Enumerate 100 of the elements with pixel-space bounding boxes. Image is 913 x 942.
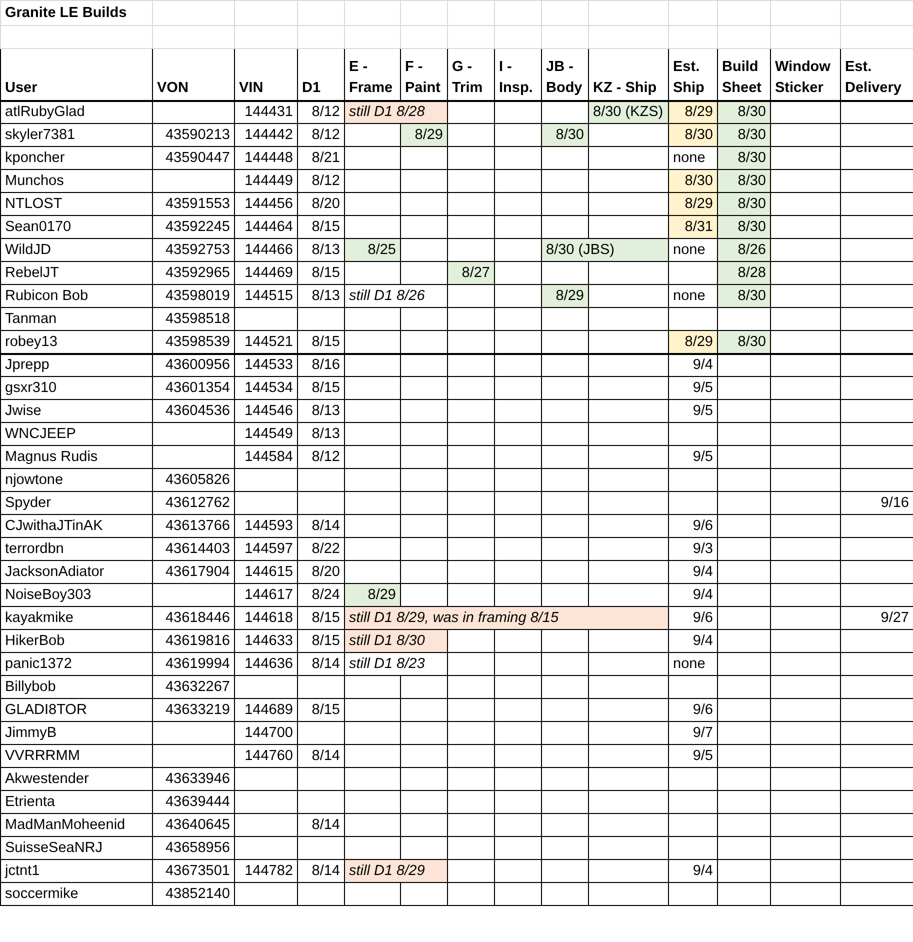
table-cell: still D1 8/28 (349, 104, 425, 120)
table-cell: 9/6 (692, 518, 713, 534)
table-cell: still D1 8/29 (349, 863, 425, 879)
table-cell: 144449 (244, 173, 293, 189)
table-cell: 8/14 (312, 518, 340, 534)
table-cell: 8/15 (312, 702, 340, 718)
table-cell: Jwise (5, 403, 42, 419)
table-cell: WNCJEEP (5, 426, 76, 442)
table-cell: 9/4 (692, 587, 713, 603)
table-cell: 8/30 (684, 127, 713, 143)
table-cell: 9/5 (692, 380, 713, 396)
table-cell: 43673501 (165, 863, 230, 879)
table-cell: none (673, 242, 706, 258)
column-header: VON (152, 48, 234, 100)
table-cell: 144584 (244, 449, 293, 465)
table-cell: 43632267 (165, 679, 230, 695)
table-cell: GLADI8TOR (5, 702, 87, 718)
table-cell: 8/29 (684, 104, 713, 120)
column-header: G - Trim (448, 48, 494, 100)
table-cell: 8/12 (312, 127, 340, 143)
table-cell: 43640645 (165, 817, 230, 833)
table-cell: none (673, 656, 706, 672)
table-cell: 144534 (244, 380, 293, 396)
table-cell: 144464 (244, 219, 293, 235)
table-cell: none (673, 150, 706, 166)
table-cell: 144593 (244, 518, 293, 534)
table-cell: 8/13 (312, 426, 340, 442)
table-cell: 8/30 (738, 173, 766, 189)
table-cell: 8/24 (312, 587, 340, 603)
table-cell: 9/5 (692, 748, 713, 764)
table-cell: still D1 8/30 (349, 633, 425, 649)
table-cell: 8/30 (738, 150, 766, 166)
table-cell: panic1372 (5, 656, 72, 672)
table-cell: kayakmike (5, 610, 74, 626)
table-cell: 8/14 (312, 748, 340, 764)
table-cell: 144636 (244, 656, 293, 672)
table-cell: 9/7 (692, 725, 713, 741)
table-cell: njowtone (5, 472, 64, 488)
table-cell: 144533 (244, 357, 293, 374)
table-cell: VVRRRMM (5, 748, 80, 764)
table-cell: 43633946 (165, 771, 230, 787)
table-cell: 8/12 (312, 104, 340, 120)
table-cell: soccermike (5, 886, 78, 902)
table-cell: 144760 (244, 748, 293, 764)
table-cell: 8/31 (684, 219, 713, 235)
table-cell: 8/30 (738, 127, 766, 143)
table-cell: 9/6 (692, 702, 713, 718)
table-cell: 9/4 (692, 633, 713, 649)
table-cell: 8/26 (738, 242, 766, 258)
table-cell: 43598539 (165, 334, 230, 350)
table-cell: 8/29 (684, 334, 713, 350)
table-cell: 43658956 (165, 840, 230, 856)
table-cell: 144448 (244, 150, 293, 166)
table-cell: 8/20 (312, 196, 340, 212)
table-cell: 144546 (244, 403, 293, 419)
table-cell: 8/20 (312, 564, 340, 580)
table-cell: 8/15 (312, 219, 340, 235)
table-cell: Sean0170 (5, 219, 72, 235)
table-cell: 144617 (244, 587, 293, 603)
table-cell: 8/29 (684, 196, 713, 212)
table-cell: 8/30 (JBS) (546, 242, 614, 258)
table-cell: Magnus Rudis (5, 449, 98, 465)
table-cell: 8/30 (KZS) (593, 104, 664, 120)
table-cell: 8/30 (738, 104, 766, 120)
table-cell: Munchos (5, 173, 64, 189)
table-cell: 43591553 (165, 196, 230, 212)
table-cell: 144442 (244, 127, 293, 143)
table-cell: kponcher (5, 150, 65, 166)
table-cell: 144689 (244, 702, 293, 718)
table-cell: 43598019 (165, 288, 230, 304)
table-cell: 43592753 (165, 242, 230, 258)
table-cell: NoiseBoy303 (5, 587, 92, 603)
table-cell: 43618446 (165, 610, 230, 626)
table-cell: NTLOST (5, 196, 62, 212)
table-cell: 144633 (244, 633, 293, 649)
table-cell: 43617904 (165, 564, 230, 580)
table-cell: 8/21 (312, 150, 340, 166)
table-cell: 8/13 (312, 403, 340, 419)
table-cell: still D1 8/23 (349, 656, 425, 672)
table-cell: 43614403 (165, 541, 230, 557)
table-cell: 144466 (244, 242, 293, 258)
table-cell: CJwithaJTinAK (5, 518, 103, 534)
table-cell: 144515 (244, 288, 293, 304)
table-cell: 43592965 (165, 265, 230, 281)
table-cell: 8/30 (738, 334, 766, 350)
table-cell: gsxr310 (5, 380, 57, 396)
table-cell: 9/4 (692, 863, 713, 879)
table-cell: Tanman (5, 311, 57, 327)
table-cell: 9/16 (880, 495, 909, 511)
table-cell: robey13 (5, 334, 58, 350)
table-cell: 9/5 (692, 403, 713, 419)
table-cell: Billybob (5, 679, 56, 695)
table-cell: none (673, 288, 706, 304)
table-cell: 8/30 (738, 196, 766, 212)
table-cell: 43605826 (165, 472, 230, 488)
table-cell: 43601354 (165, 380, 230, 396)
column-header: D1 (298, 48, 344, 100)
table-cell: Etrienta (5, 794, 55, 810)
table-cell: 8/30 (556, 127, 584, 143)
table-cell: JacksonAdiator (5, 564, 104, 580)
